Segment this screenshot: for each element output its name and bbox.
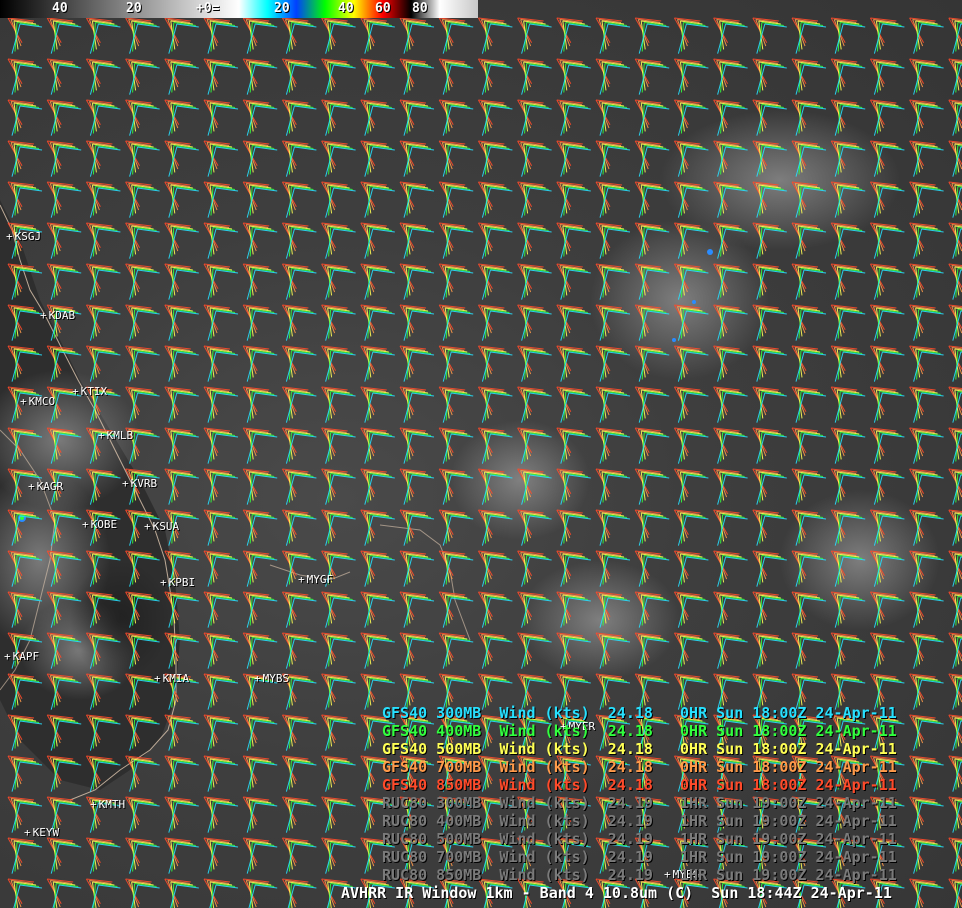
colorbar-label: 60 [375,1,391,16]
legend-line-ruc850: RUC80 850MB Wind (kts) 24.19 1HR Sun 19:… [382,866,897,884]
colorbar-label: 40 [52,1,68,16]
station-label: + KMTH [90,798,126,811]
station-label: + MYBS [254,672,290,685]
legend-line-ruc400: RUC80 400MB Wind (kts) 24.19 1HR Sun 19:… [382,812,897,830]
legend-line-gfs850: GFS40 850MB Wind (kts) 24.18 0HR Sun 18:… [382,776,897,794]
station-label: + KMCO [20,395,56,408]
station-label: + KMLB [98,429,134,442]
station-label: + KAGR [28,480,64,493]
station-label: + KMIA [154,672,190,685]
station-label: + MYGF [298,573,334,586]
colorbar-label: 80 [412,1,428,16]
station-label: + KPBI [160,576,196,589]
station-label: + KVRB [122,477,158,490]
colorbar-label: 40 [338,1,354,16]
legend-line-gfs700: GFS40 700MB Wind (kts) 24.18 0HR Sun 18:… [382,758,897,776]
legend-line-ruc700: RUC80 700MB Wind (kts) 24.19 1HR Sun 19:… [382,848,897,866]
image-caption: AVHRR IR Window 1km - Band 4 10.8um (C) … [341,884,892,902]
colorbar-label: +0= [196,1,220,16]
colorbar-label: 20 [126,1,142,16]
station-label: + KTIX [72,385,108,398]
station-label: + KAPF [4,650,40,663]
legend-line-gfs400: GFS40 400MB Wind (kts) 24.18 0HR Sun 18:… [382,722,897,740]
legend-line-ruc500: RUC80 500MB Wind (kts) 24.19 1HR Sun 19:… [382,830,897,848]
station-label: + KSGJ [6,230,42,243]
colorbar-gradient [0,0,478,18]
station-label: + KEYW [24,826,60,839]
temperature-colorbar: 40 20 +0= 20 40 60 80 [0,0,478,22]
station-label: + KDAB [40,309,76,322]
legend-line-gfs500: GFS40 500MB Wind (kts) 24.18 0HR Sun 18:… [382,740,897,758]
colorbar-label: 20 [274,1,290,16]
legend-line-gfs300: GFS40 300MB Wind (kts) 24.18 0HR Sun 18:… [382,704,897,722]
legend-line-ruc300: RUC80 300MB Wind (kts) 24.19 1HR Sun 19:… [382,794,897,812]
station-label: + KSUA [144,520,180,533]
satellite-map: 40 20 +0= 20 40 60 80 + KSGJ + KDAB + KTIX … [0,0,962,908]
model-legend: GFS40 300MB Wind (kts) 24.18 0HR Sun 18:… [382,704,897,884]
station-label: + KOBE [82,518,118,531]
